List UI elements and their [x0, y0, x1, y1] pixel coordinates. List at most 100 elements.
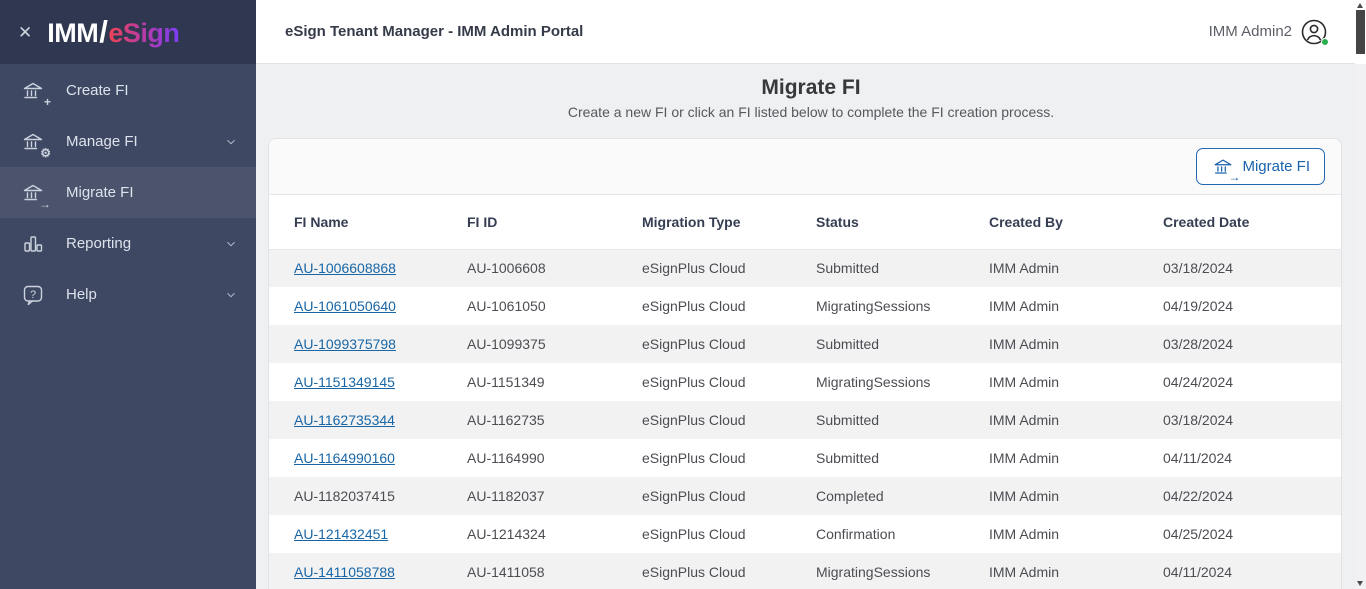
- chevron-down-icon: [224, 288, 238, 302]
- sidebar-item-label: Manage FI: [66, 133, 138, 150]
- table-row: AU-1099375798 AU-1099375eSignPlus CloudSu…: [269, 325, 1341, 363]
- sidebar-logo-bar: ✕ IMM/eSign: [0, 0, 256, 64]
- cell-status: MigratingSessions: [816, 553, 989, 589]
- column-header-status: Status: [816, 195, 989, 249]
- bank-gear-icon: ⚙: [20, 129, 46, 155]
- cell-created-date: 03/18/2024: [1163, 401, 1341, 439]
- column-header-migration-type: Migration Type: [642, 195, 816, 249]
- cell-fi-name: AU-1182037415: [269, 477, 467, 515]
- cell-fi-id: AU-1151349: [467, 363, 642, 401]
- fi-name-link[interactable]: AU-1164990160: [294, 450, 395, 466]
- cell-migration-type: eSignPlus Cloud: [642, 477, 816, 515]
- cell-fi-id: AU-1099375: [467, 325, 642, 363]
- fi-table-body: AU-1006608868AU-1006608eSignPlus CloudSu…: [269, 249, 1341, 589]
- cell-fi-name: AU-1061050640: [269, 287, 467, 325]
- cell-fi-id: AU-1162735: [467, 401, 642, 439]
- table-row: AU-1151349145AU-1151349eSignPlus CloudMi…: [269, 363, 1341, 401]
- table-row: AU-1006608868AU-1006608eSignPlus CloudSu…: [269, 249, 1341, 287]
- cell-migration-type: eSignPlus Cloud: [642, 439, 816, 477]
- table-header-row: FI Name FI ID Migration Type Status Crea…: [269, 195, 1341, 249]
- logo-esign-text: eSign: [108, 18, 179, 48]
- cell-fi-id: AU-1164990: [467, 439, 642, 477]
- plus-badge-icon: +: [44, 96, 51, 108]
- sidebar-item-migrate-fi[interactable]: → Migrate FI: [0, 167, 256, 218]
- sidebar-item-help[interactable]: ? Help: [0, 269, 256, 320]
- cell-status: Confirmation: [816, 515, 989, 553]
- cell-migration-type: eSignPlus Cloud: [642, 515, 816, 553]
- sidebar-item-manage-fi[interactable]: ⚙ Manage FI: [0, 116, 256, 167]
- cell-fi-name: AU-1162735344: [269, 401, 467, 439]
- fi-name-link[interactable]: AU-1061050640: [294, 298, 396, 314]
- cell-created-by: IMM Admin: [989, 363, 1163, 401]
- cell-status: Submitted: [816, 325, 989, 363]
- scrollbar-up-arrow-icon[interactable]: [1357, 3, 1363, 8]
- cell-migration-type: eSignPlus Cloud: [642, 325, 816, 363]
- bank-arrow-icon: →: [1211, 155, 1235, 179]
- cell-created-date: 03/28/2024: [1163, 325, 1341, 363]
- cell-fi-id: AU-1061050: [467, 287, 642, 325]
- cell-migration-type: eSignPlus Cloud: [642, 363, 816, 401]
- gear-badge-icon: ⚙: [40, 147, 51, 159]
- app-root: ✕ IMM/eSign + Create FI ⚙ Manage FI: [0, 0, 1366, 589]
- fi-name-link[interactable]: AU-1006608868: [294, 260, 396, 276]
- arrow-badge-icon: →: [39, 198, 51, 210]
- cell-fi-id: AU-1182037: [467, 477, 642, 515]
- migrate-fi-card: → Migrate FI FI Name FI ID Migration Typ…: [268, 138, 1342, 589]
- cell-status: Submitted: [816, 249, 989, 287]
- sidebar-item-label: Help: [66, 286, 97, 303]
- sidebar-item-label: Reporting: [66, 235, 131, 252]
- sidebar-item-create-fi[interactable]: + Create FI: [0, 65, 256, 116]
- cell-created-date: 04/25/2024: [1163, 515, 1341, 553]
- migrate-fi-button[interactable]: → Migrate FI: [1196, 148, 1325, 185]
- cell-created-by: IMM Admin: [989, 401, 1163, 439]
- table-row: AU-1411058788 AU-1411058eSignPlus CloudMi…: [269, 553, 1341, 589]
- sidebar-item-reporting[interactable]: Reporting: [0, 218, 256, 269]
- cell-created-by: IMM Admin: [989, 553, 1163, 589]
- sidebar-item-label: Create FI: [66, 82, 129, 99]
- fi-name-link[interactable]: AU-121432451: [294, 526, 388, 542]
- cell-status: MigratingSessions: [816, 287, 989, 325]
- help-bubble-icon: ?: [20, 282, 46, 308]
- table-row: AU-1162735344 AU-1162735eSignPlus CloudSu…: [269, 401, 1341, 439]
- cell-migration-type: eSignPlus Cloud: [642, 553, 816, 589]
- scrollbar-down-arrow-icon[interactable]: [1357, 581, 1363, 586]
- cell-status: Submitted: [816, 401, 989, 439]
- user-menu[interactable]: IMM Admin2: [1209, 18, 1328, 46]
- user-name: IMM Admin2: [1209, 23, 1292, 40]
- portal-title: eSign Tenant Manager - IMM Admin Portal: [285, 23, 583, 40]
- cell-fi-name: AU-1006608868: [269, 249, 467, 287]
- cell-status: Completed: [816, 477, 989, 515]
- logo-slash: /: [99, 14, 107, 49]
- cell-fi-id: AU-1214324: [467, 515, 642, 553]
- svg-text:?: ?: [30, 288, 36, 300]
- cell-migration-type: eSignPlus Cloud: [642, 401, 816, 439]
- cell-status: Submitted: [816, 439, 989, 477]
- arrow-badge-icon: →: [1228, 171, 1240, 183]
- sidebar-close-icon[interactable]: ✕: [18, 24, 32, 41]
- cell-created-date: 04/24/2024: [1163, 363, 1341, 401]
- page-scrollbar[interactable]: [1355, 0, 1366, 589]
- fi-name-link[interactable]: AU-1151349145: [294, 374, 395, 390]
- main-column: eSign Tenant Manager - IMM Admin Portal …: [256, 0, 1366, 589]
- table-row: AU-1061050640AU-1061050eSignPlus CloudMi…: [269, 287, 1341, 325]
- scrollbar-thumb[interactable]: [1356, 10, 1365, 54]
- cell-created-date: 04/11/2024: [1163, 553, 1341, 589]
- user-avatar-icon[interactable]: [1300, 18, 1328, 46]
- content-area: Migrate FI Create a new FI or click an F…: [256, 64, 1366, 589]
- app-logo: IMM/eSign: [47, 14, 179, 50]
- bank-arrow-icon: →: [20, 180, 46, 206]
- sidebar-item-label: Migrate FI: [66, 184, 134, 201]
- cell-fi-name: AU-1411058788: [269, 553, 467, 589]
- migrate-fi-button-label: Migrate FI: [1242, 158, 1310, 175]
- cell-fi-name: AU-1099375798: [269, 325, 467, 363]
- page-subtitle: Create a new FI or click an FI listed be…: [256, 104, 1366, 120]
- cell-fi-id: AU-1411058: [467, 553, 642, 589]
- cell-migration-type: eSignPlus Cloud: [642, 249, 816, 287]
- cell-created-by: IMM Admin: [989, 439, 1163, 477]
- fi-name-link[interactable]: AU-1162735344: [294, 412, 395, 428]
- fi-name-link[interactable]: AU-1099375798: [294, 336, 396, 352]
- fi-name-link[interactable]: AU-1411058788: [294, 564, 395, 580]
- column-header-created-date: Created Date: [1163, 195, 1341, 249]
- table-row: AU-121432451 AU-1214324eSignPlus CloudCon…: [269, 515, 1341, 553]
- bank-plus-icon: +: [20, 78, 46, 104]
